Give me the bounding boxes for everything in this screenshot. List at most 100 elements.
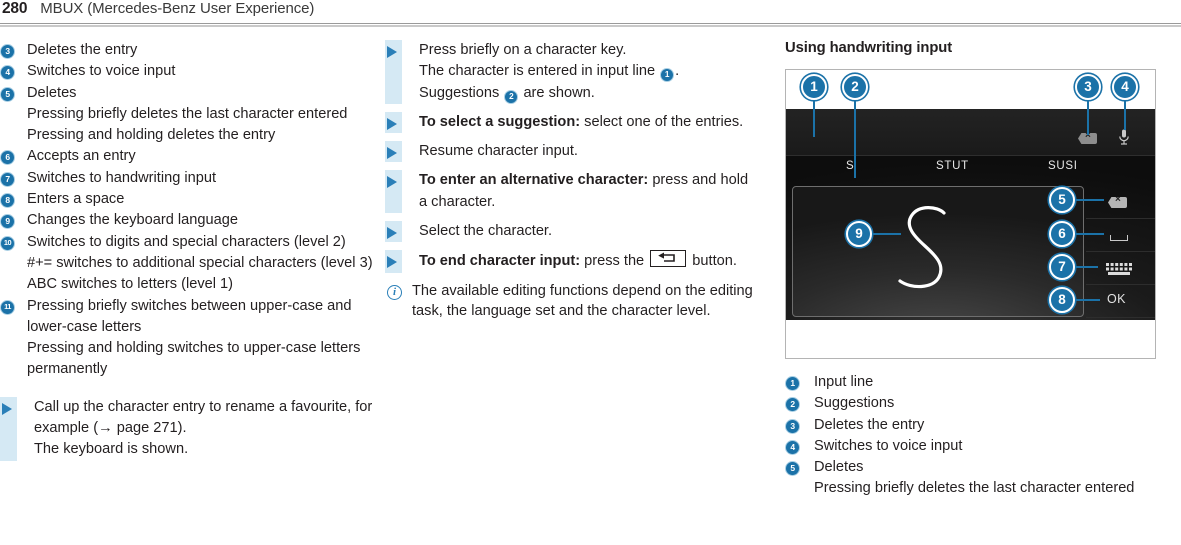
inline-callout-1: 1 — [660, 68, 675, 83]
legend-label: Suggestions — [814, 395, 895, 412]
instruction-step: To enter an alternative character: press… — [385, 170, 760, 214]
figure-callout-2: 2 — [842, 74, 868, 100]
step-result-c: Suggestions — [419, 84, 504, 101]
callout-badge-9: 9 — [0, 214, 15, 230]
triangle-right-icon — [387, 176, 397, 189]
triangle-right-icon — [387, 117, 397, 130]
middle-column: Press briefly on a character key. The ch… — [385, 40, 760, 321]
step-text: Press briefly on a character key. — [419, 42, 627, 58]
info-icon: i — [387, 284, 402, 300]
triangle-right-icon — [387, 227, 397, 240]
list-item-label: Accepts an entry — [27, 148, 136, 165]
list-item: 5 Deletes — [0, 83, 375, 104]
callout-badge-3: 3 — [0, 44, 15, 59]
suggestions-row: S STUT SUSI — [786, 156, 1155, 183]
callout-badge-3: 3 — [785, 418, 800, 434]
step-label: To enter an alternative character: — [419, 172, 649, 189]
step-body-after: button. — [688, 253, 737, 270]
page-number: 280 — [2, 0, 28, 17]
list-item: 3 Deletes the entry — [0, 40, 375, 61]
callout-badge-7: 7 — [0, 171, 15, 187]
step-result: The character is entered in input line 1… — [419, 61, 760, 83]
hw-keyboard-key[interactable] — [1086, 252, 1155, 285]
legend-label: Deletes the entry — [814, 416, 925, 433]
handwriting-canvas[interactable] — [792, 186, 1084, 317]
list-item: 11 Pressing briefly switches between upp… — [0, 296, 375, 339]
instruction-step: Press briefly on a character key. The ch… — [385, 40, 760, 104]
instruction-step: To end character input: press the button… — [385, 250, 760, 273]
step-text: To enter an alternative character: press… — [419, 170, 760, 213]
legend-item: 4 Switches to voice input — [785, 436, 1181, 457]
keyboard-icon — [1106, 263, 1132, 275]
step-text: Resume character input. — [419, 143, 578, 160]
figure-callout-9: 9 — [846, 221, 872, 247]
instruction-step: Resume character input. — [385, 141, 760, 163]
list-item: 8 Enters a space — [0, 189, 375, 210]
ok-label: OK — [1107, 292, 1126, 306]
list-item: 10 Switches to digits and special charac… — [0, 232, 375, 253]
step-result-2: Suggestions 2 are shown. — [419, 83, 760, 104]
section-heading: Using handwriting input — [785, 40, 953, 56]
legend-label: Switches to voice input — [814, 437, 963, 454]
figure-bottom-margin — [786, 320, 1155, 358]
hw-delete-key[interactable] — [1086, 186, 1155, 219]
legend-label: Deletes — [814, 459, 864, 476]
info-note: i The available editing functions depend… — [385, 281, 760, 322]
step-label: To select a suggestion: — [419, 113, 581, 130]
list-item-detail: #+= switches to additional special chara… — [27, 254, 373, 271]
list-item-detail: ABC switches to letters (level 1) — [27, 276, 234, 293]
legend-item: 2 Suggestions — [785, 393, 1181, 414]
callout-badge-10: 10 — [0, 235, 15, 251]
callout-leader-8 — [1074, 299, 1100, 301]
list-item-label: Deletes the entry — [27, 42, 138, 58]
input-line-row — [786, 109, 1155, 156]
list-item-label: Changes the keyboard language — [27, 212, 238, 229]
handwriting-key-column: OK — [1086, 186, 1155, 318]
chapter-title: MBUX (Mercedes-Benz User Experience) — [40, 0, 315, 17]
suggestion-item[interactable]: STUT — [936, 160, 969, 172]
list-item-detail: Pressing briefly deletes the last charac… — [27, 105, 348, 122]
figure-callout-1: 1 — [801, 74, 827, 100]
callout-badge-4: 4 — [785, 439, 800, 455]
hw-space-key[interactable] — [1086, 219, 1155, 252]
figure-callout-7: 7 — [1049, 254, 1075, 280]
step-body: select one of the entries. — [580, 113, 744, 130]
space-bar-icon — [1110, 235, 1128, 241]
list-item-detail: Pressing and holding deletes the entry — [27, 127, 276, 144]
callout-badge-11: 11 — [0, 299, 15, 315]
step-result-b: . — [675, 63, 680, 80]
list-item: 6 Accepts an entry — [0, 146, 375, 167]
instruction-step: Select the character. — [385, 221, 760, 243]
handwriting-input-figure: S STUT SUSI — [785, 69, 1156, 359]
triangle-right-icon — [2, 402, 12, 415]
list-item-label: Switches to digits and special character… — [27, 233, 346, 250]
callout-leader-5 — [1074, 199, 1104, 201]
step-text: To select a suggestion: select one of th… — [419, 112, 760, 133]
microphone-icon[interactable] — [1118, 129, 1130, 146]
callout-badge-6: 6 — [0, 150, 15, 166]
right-column: Using handwriting input S STUT SUSI — [783, 40, 1181, 500]
legend-label: Input line — [814, 374, 874, 390]
callout-leader-9 — [871, 233, 901, 235]
left-column: 3 Deletes the entry 4 Switches to voice … — [0, 40, 375, 469]
info-note-text: The available editing functions depend o… — [412, 282, 753, 320]
callout-badge-4: 4 — [0, 65, 15, 81]
legend-item: 5 Deletes — [785, 457, 1181, 478]
list-item-label: Deletes — [27, 84, 77, 101]
device-screenshot: S STUT SUSI — [786, 109, 1155, 321]
list-item-label: Enters a space — [27, 191, 125, 208]
suggestion-item[interactable]: SUSI — [1048, 160, 1078, 172]
back-button-icon — [650, 250, 687, 268]
figure-callout-8: 8 — [1049, 287, 1075, 313]
hw-ok-key[interactable]: OK — [1086, 285, 1155, 318]
figure-callout-4: 4 — [1112, 74, 1138, 100]
step-result: The keyboard is shown. — [34, 441, 189, 458]
list-item-label: Switches to handwriting input — [27, 169, 217, 186]
step-text: To end character input: press the button… — [419, 250, 760, 272]
list-item: 9 Changes the keyboard language — [0, 210, 375, 231]
step-result-a: The character is entered in input line — [419, 63, 660, 80]
step-text: Select the character. — [419, 223, 553, 240]
header-divider — [0, 23, 1181, 27]
callout-leader-2 — [854, 90, 856, 178]
delete-backspace-icon — [1108, 197, 1127, 208]
